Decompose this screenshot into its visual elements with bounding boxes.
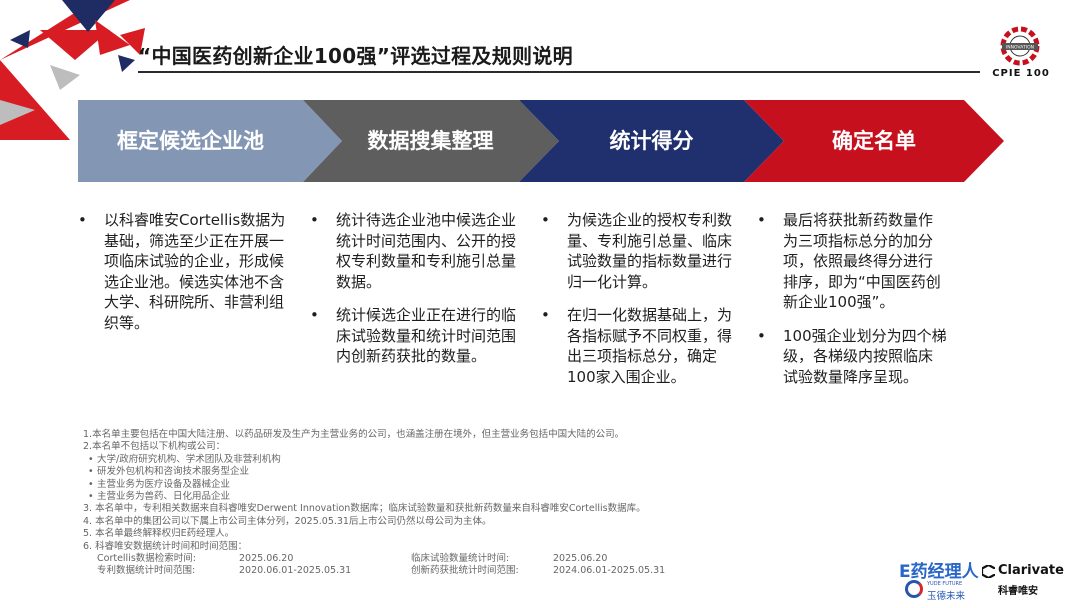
yude-logo-icon: [905, 580, 923, 598]
column-2: • 统计待选企业池中候选企业统计时间范围内、公开的授权专利数量和专利施引总量数据。…: [310, 210, 524, 380]
list-item: • 最后将获批新药数量作为三项指标总分的加分项，依照最终得分进行排序，即为“中国医…: [757, 211, 941, 311]
list-item: • 统计候选企业正在进行的临床试验数量和统计时间范围内创新药获批的数量。: [310, 306, 517, 365]
column-1: • 以科睿唯安Cortellis数据为基础，筛选至少正在开展一项临床试验的企业，形…: [78, 210, 292, 346]
cpie-logo-text: CPIE 100: [992, 68, 1050, 79]
note-2: 2.本名单不包括以下机构或公司：: [83, 441, 226, 453]
list-item: • 在归一化数据基础上，为各指标赋予不同权重，得出三项指标总分，确定100家入围企…: [541, 306, 733, 386]
note-6-row: 专利数据统计时间范围: 2020.06.01-2025.05.31 创新药获批统计…: [97, 565, 666, 577]
title-divider: [138, 71, 980, 73]
note-2-item: 大学/政府研究机构、学术团队及非营利机构: [83, 454, 783, 467]
page-title: “中国医药创新企业100强”评选过程及规则说明: [138, 44, 573, 68]
list-item: • 为候选企业的授权专利数量、专利施引总量、临床试验数量的指标数量进行归一化计算。: [541, 211, 733, 291]
note-2-item: 主营业务为兽药、日化用品企业: [83, 491, 783, 504]
note-1: 1.本名单主要包括在中国大陆注册、以药品研发及生产为主营业务的公司，也涵盖注册在…: [83, 429, 625, 440]
step-4-arrow: [744, 100, 1004, 182]
column-4: • 最后将获批新药数量作为三项指标总分的加分项，依照最终得分进行排序，即为“中国医…: [757, 210, 947, 400]
note-6: 6. 科睿唯安数据统计时间和时间范围：: [83, 540, 248, 552]
note-3: 3. 本名单中，专利相关数据来自科睿唯安Derwent Innovation数据…: [83, 503, 646, 515]
clarivate-mark-icon: [982, 565, 995, 578]
ey-logo: E药经理人: [899, 562, 979, 582]
footnotes: 1.本名单主要包括在中国大陆注册、以药品研发及生产为主营业务的公司，也涵盖注册在…: [83, 429, 783, 578]
note-2-item: 研发外包机构和咨询技术服务型企业: [83, 466, 783, 479]
list-item: • 以科睿唯安Cortellis数据为基础，筛选至少正在开展一项临床试验的企业，形…: [78, 211, 286, 332]
note-6-row: Cortellis数据检索时间: 2025.06.20 临床试验数量统计时间: 20…: [97, 553, 608, 565]
note-2-item: 主营业务为医疗设备及器械企业: [83, 479, 783, 492]
cpie-badge-text: INNOVATION: [1006, 45, 1034, 51]
list-item: • 统计待选企业池中候选企业统计时间范围内、公开的授权专利数量和专利施引总量数据。: [310, 211, 517, 291]
list-item: • 100强企业划分为四个梯级，各梯级内按照临床试验数量降序呈现。: [757, 326, 947, 386]
process-steps: 框定候选企业池 数据搜集整理 统计得分 确定名单: [78, 100, 1004, 182]
note-5: 5. 本名单最终解释权归E药经理人。: [83, 528, 235, 540]
note-4: 4. 本名单中的集团公司以下属上市公司主体分列，2025.05.31后上市公司仍…: [83, 515, 492, 527]
column-3: • 为候选企业的授权专利数量、专利施引总量、临床试验数量的指标数量进行归一化计算。…: [541, 210, 734, 400]
yude-logo: YUDE FUTURE 玉德未来: [905, 580, 975, 602]
